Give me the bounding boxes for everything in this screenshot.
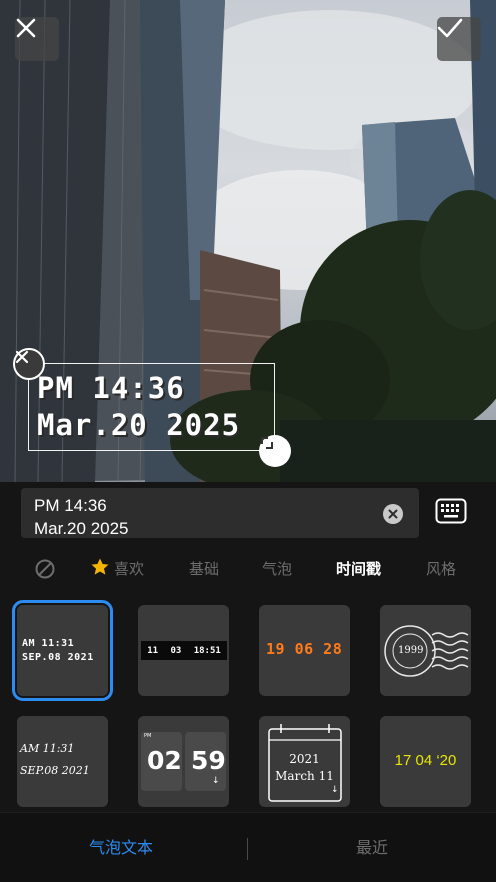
tab-bubble[interactable]: 气泡 <box>262 552 292 586</box>
tile-5-line-2: SEP.08 2021 <box>20 764 90 777</box>
clear-icon <box>388 509 398 519</box>
flip-card-right: 59 ↓ <box>185 732 226 791</box>
tab-favorites-label: 喜欢 <box>114 560 145 578</box>
tile-6-left: 02 <box>147 746 182 775</box>
input-line-1: PM 14:36 <box>34 496 107 515</box>
style-tile-calendar[interactable]: 2021 March 11 ↓ <box>259 716 350 807</box>
resize-icon <box>261 437 273 449</box>
bottom-tab-bar: 气泡文本 最近 <box>0 812 496 882</box>
tile-1-line-1: AM 11:31 <box>22 638 75 649</box>
tile-8-text: 17 04 ‘20 <box>394 752 457 769</box>
sticker-resize-handle[interactable] <box>259 435 291 467</box>
close-button[interactable] <box>15 17 59 61</box>
tab-none[interactable] <box>34 552 56 586</box>
style-tile-yellow-date[interactable]: 17 04 ‘20 <box>380 716 471 807</box>
none-icon <box>35 559 55 579</box>
sticker-delete-button[interactable] <box>13 348 45 380</box>
tile-2-part-1: 11 <box>147 645 159 656</box>
style-tile-flip-clock[interactable]: PM 02 59 ↓ <box>138 716 229 807</box>
tile-6-small: PM <box>144 733 152 739</box>
tile-1-line-2: SEP.08 2021 <box>22 652 94 663</box>
tab-bubble-text[interactable]: 气泡文本 <box>89 813 153 882</box>
tab-basic[interactable]: 基础 <box>189 552 219 586</box>
sticker-line-1: PM 14:36 <box>37 371 185 405</box>
style-tile-pixel-date[interactable]: AM 11:31 SEP.08 2021 <box>12 600 113 701</box>
clear-text-button[interactable] <box>383 504 403 524</box>
style-tile-handwritten-date[interactable]: AM 11:31 SEP.08 2021 <box>17 716 108 807</box>
star-icon <box>91 558 109 575</box>
black-time-bar: 11 03 18:51 <box>141 641 227 660</box>
tab-recent[interactable]: 最近 <box>356 813 388 882</box>
tile-3-text: 19 06 28 <box>266 640 343 658</box>
sticker-text: PM 14:36 Mar.20 2025 <box>37 370 240 444</box>
tile-6-right: 59 <box>191 746 226 775</box>
confirm-button[interactable] <box>437 17 481 61</box>
tile-2-part-2: 03 <box>170 645 182 656</box>
flip-card-left: PM 02 <box>141 732 182 791</box>
arrow-down-icon: ↓ <box>212 776 220 786</box>
input-line-2: Mar.20 2025 <box>34 519 129 538</box>
tile-5-line-1: AM 11:31 <box>20 742 75 755</box>
sticker-line-2: Mar.20 2025 <box>37 408 241 442</box>
tile-4-year: 1999 <box>398 645 424 656</box>
tab-style[interactable]: 风格 <box>426 552 456 586</box>
background-photo: PM 14:36 Mar.20 2025 <box>0 0 496 482</box>
timestamp-sticker[interactable]: PM 14:36 Mar.20 2025 <box>13 348 291 467</box>
sticker-text-input[interactable]: PM 14:36 Mar.20 2025 <box>21 488 419 538</box>
checkmark-icon <box>437 18 463 38</box>
postmark-stamp-icon <box>384 625 469 677</box>
tile-2-part-3: 18:51 <box>193 645 221 656</box>
tab-timestamp[interactable]: 时间戳 <box>336 552 381 586</box>
style-tile-postmark[interactable]: 1999 <box>380 605 471 696</box>
tab-favorites[interactable]: 喜欢 <box>90 552 144 586</box>
keyboard-icon <box>435 498 467 524</box>
style-tile-orange-digital[interactable]: 19 06 28 <box>259 605 350 696</box>
close-icon <box>16 18 36 38</box>
sticker-category-tabs: 喜欢 基础 气泡 时间戳 风格 <box>0 552 496 586</box>
close-icon <box>15 350 29 364</box>
tile-7-date: March 11 <box>275 769 334 783</box>
keyboard-toggle-button[interactable] <box>435 498 467 524</box>
arrow-down-icon: ↓ <box>331 785 339 795</box>
style-tile-black-bar[interactable]: 11 03 18:51 <box>138 605 229 696</box>
tab-divider <box>247 838 248 860</box>
sticker-editor-screen: { "sticker": { "line1": "PM 14:36", "lin… <box>0 0 496 882</box>
sticker-editor-panel: PM 14:36 Mar.20 2025 喜欢 基础 气泡 时间戳 风格 AM … <box>0 482 496 882</box>
tile-7-year: 2021 <box>289 752 320 766</box>
